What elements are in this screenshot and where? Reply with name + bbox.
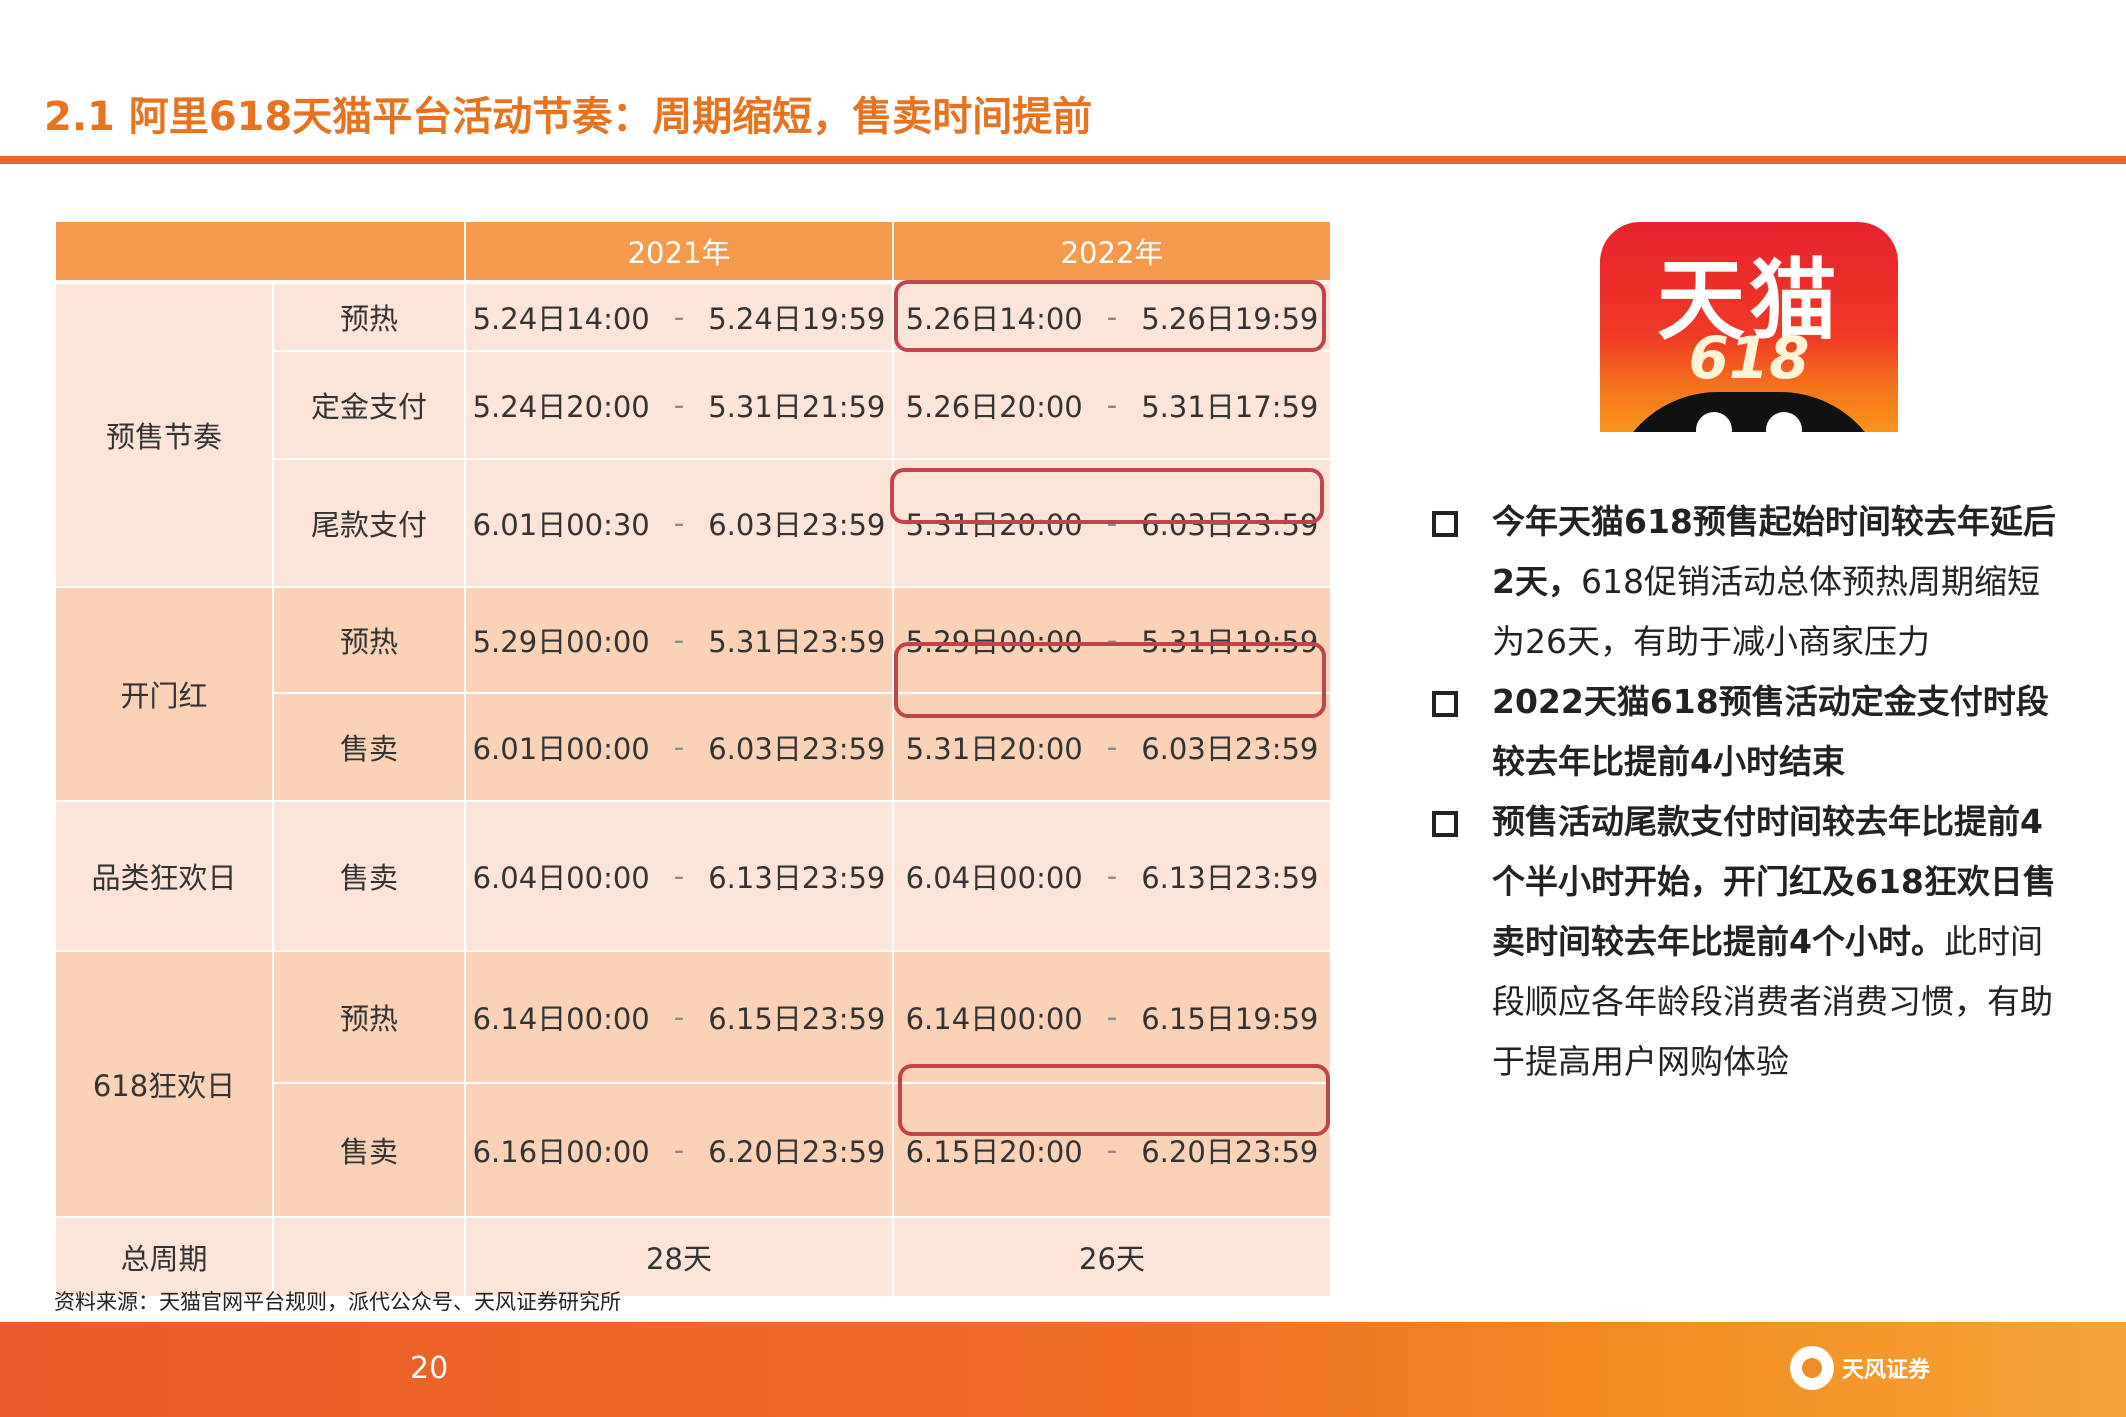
time-end: 5.31日17:59 bbox=[1141, 390, 1319, 424]
source-note: 资料来源：天猫官网平台规则，派代公众号、天风证券研究所 bbox=[54, 1290, 621, 1314]
bullet-item: 2022天猫618预售活动定金支付时段较去年比提前4小时结束 bbox=[1432, 672, 2072, 792]
flower-icon bbox=[1790, 1346, 1834, 1390]
range-dash: - bbox=[673, 506, 685, 540]
header-2022: 2022年 bbox=[894, 222, 1330, 280]
time-start: 5.24日14:00 bbox=[472, 302, 650, 336]
time-end: 5.24日19:59 bbox=[708, 302, 886, 336]
range-dash: - bbox=[673, 730, 685, 764]
total-blank bbox=[274, 1218, 464, 1296]
range-dash: - bbox=[673, 1133, 685, 1167]
header-blank bbox=[56, 222, 464, 280]
time-end: 6.13日23:59 bbox=[708, 861, 886, 895]
brand-name: 天风证券 bbox=[1842, 1358, 1931, 1383]
time-start: 5.26日20:00 bbox=[905, 390, 1083, 424]
stage-cell: 尾款支付 bbox=[274, 460, 464, 586]
total-2021: 28天 bbox=[466, 1218, 892, 1296]
time-end: 6.03日23:59 bbox=[1141, 732, 1319, 766]
stage-cell: 售卖 bbox=[274, 1084, 464, 1216]
time-start: 6.16日00:00 bbox=[472, 1135, 650, 1169]
time-end: 6.20日23:59 bbox=[708, 1135, 886, 1169]
range-dash: - bbox=[1106, 859, 1118, 893]
tmall-618-logo: 天猫 618 bbox=[1600, 222, 1898, 432]
cat-head-icon bbox=[1608, 392, 1890, 432]
time-2021: 6.01日00:00-6.03日23:59 bbox=[466, 694, 892, 800]
logo-number: 618 bbox=[1688, 324, 1810, 392]
time-2021: 6.14日00:00-6.15日23:59 bbox=[466, 952, 892, 1082]
time-start: 6.01日00:00 bbox=[472, 732, 650, 766]
time-2021: 6.01日00:30-6.03日23:59 bbox=[466, 460, 892, 586]
time-start: 5.24日20:00 bbox=[472, 390, 650, 424]
group-kaimen: 开门红 bbox=[56, 588, 272, 800]
time-start: 6.14日00:00 bbox=[472, 1002, 650, 1036]
page-title: 2.1 阿里618天猫平台活动节奏：周期缩短，售卖时间提前 bbox=[44, 94, 1093, 140]
square-bullet-icon bbox=[1432, 691, 1458, 717]
group-presale: 预售节奏 bbox=[56, 284, 272, 586]
highlight-box bbox=[890, 468, 1324, 524]
square-bullet-icon bbox=[1432, 811, 1458, 837]
time-end: 6.03日23:59 bbox=[708, 508, 886, 542]
range-dash: - bbox=[673, 623, 685, 657]
brand-logo: 天风证券 bbox=[1790, 1346, 1930, 1390]
group-category: 品类狂欢日 bbox=[56, 802, 272, 950]
range-dash: - bbox=[673, 859, 685, 893]
time-end: 6.13日23:59 bbox=[1141, 861, 1319, 895]
highlight-box bbox=[894, 642, 1326, 718]
time-start: 6.04日00:00 bbox=[905, 861, 1083, 895]
range-dash: - bbox=[673, 300, 685, 334]
highlight-box bbox=[898, 1064, 1330, 1136]
range-dash: - bbox=[673, 388, 685, 422]
schedule-table: 2021年 2022年 预售节奏 开门红 品类狂欢日 618狂欢日 总周期 预热… bbox=[56, 222, 1330, 1296]
bullet-list: 今年天猫618预售起始时间较去年延后2天，618促销活动总体预热周期缩短为26天… bbox=[1432, 492, 2072, 1092]
time-start: 6.01日00:30 bbox=[472, 508, 650, 542]
time-2021: 5.24日20:00-5.31日21:59 bbox=[466, 352, 892, 458]
time-end: 5.31日21:59 bbox=[708, 390, 886, 424]
page-number: 20 bbox=[410, 1351, 449, 1386]
total-2022: 26天 bbox=[894, 1218, 1330, 1296]
stage-cell: 售卖 bbox=[274, 802, 464, 950]
time-end: 6.15日19:59 bbox=[1141, 1002, 1319, 1036]
range-dash: - bbox=[1106, 1133, 1118, 1167]
time-2021: 6.16日00:00-6.20日23:59 bbox=[466, 1084, 892, 1216]
stage-cell: 预热 bbox=[274, 588, 464, 692]
time-end: 6.15日23:59 bbox=[708, 1002, 886, 1036]
time-2022: 5.26日20:00-5.31日17:59 bbox=[894, 352, 1330, 458]
range-dash: - bbox=[1106, 388, 1118, 422]
header-2021: 2021年 bbox=[466, 222, 892, 280]
group-carnival: 618狂欢日 bbox=[56, 952, 272, 1216]
bullet-bold: 2022天猫618预售活动定金支付时段较去年比提前4小时结束 bbox=[1492, 682, 2049, 781]
highlight-box bbox=[894, 280, 1326, 352]
range-dash: - bbox=[1106, 730, 1118, 764]
bullet-item: 今年天猫618预售起始时间较去年延后2天，618促销活动总体预热周期缩短为26天… bbox=[1432, 492, 2072, 672]
time-2022: 6.04日00:00-6.13日23:59 bbox=[894, 802, 1330, 950]
time-start: 6.14日00:00 bbox=[905, 1002, 1083, 1036]
time-start: 5.31日20:00 bbox=[905, 732, 1083, 766]
range-dash: - bbox=[673, 1000, 685, 1034]
time-2021: 5.29日00:00-5.31日23:59 bbox=[466, 588, 892, 692]
stage-cell: 定金支付 bbox=[274, 352, 464, 458]
time-2022: 6.14日00:00-6.15日19:59 bbox=[894, 952, 1330, 1082]
stage-cell: 售卖 bbox=[274, 694, 464, 800]
time-start: 6.04日00:00 bbox=[472, 861, 650, 895]
time-2021: 5.24日14:00-5.24日19:59 bbox=[466, 284, 892, 350]
stage-cell: 预热 bbox=[274, 952, 464, 1082]
range-dash: - bbox=[1106, 1000, 1118, 1034]
title-divider bbox=[0, 156, 2126, 164]
bullet-item: 预售活动尾款支付时间较去年比提前4个半小时开始，开门红及618狂欢日售卖时间较去… bbox=[1432, 792, 2072, 1092]
time-2021: 6.04日00:00-6.13日23:59 bbox=[466, 802, 892, 950]
square-bullet-icon bbox=[1432, 511, 1458, 537]
time-end: 5.31日23:59 bbox=[708, 625, 886, 659]
time-start: 5.29日00:00 bbox=[472, 625, 650, 659]
stage-cell: 预热 bbox=[274, 284, 464, 350]
time-end: 6.03日23:59 bbox=[708, 732, 886, 766]
group-total: 总周期 bbox=[56, 1218, 272, 1296]
